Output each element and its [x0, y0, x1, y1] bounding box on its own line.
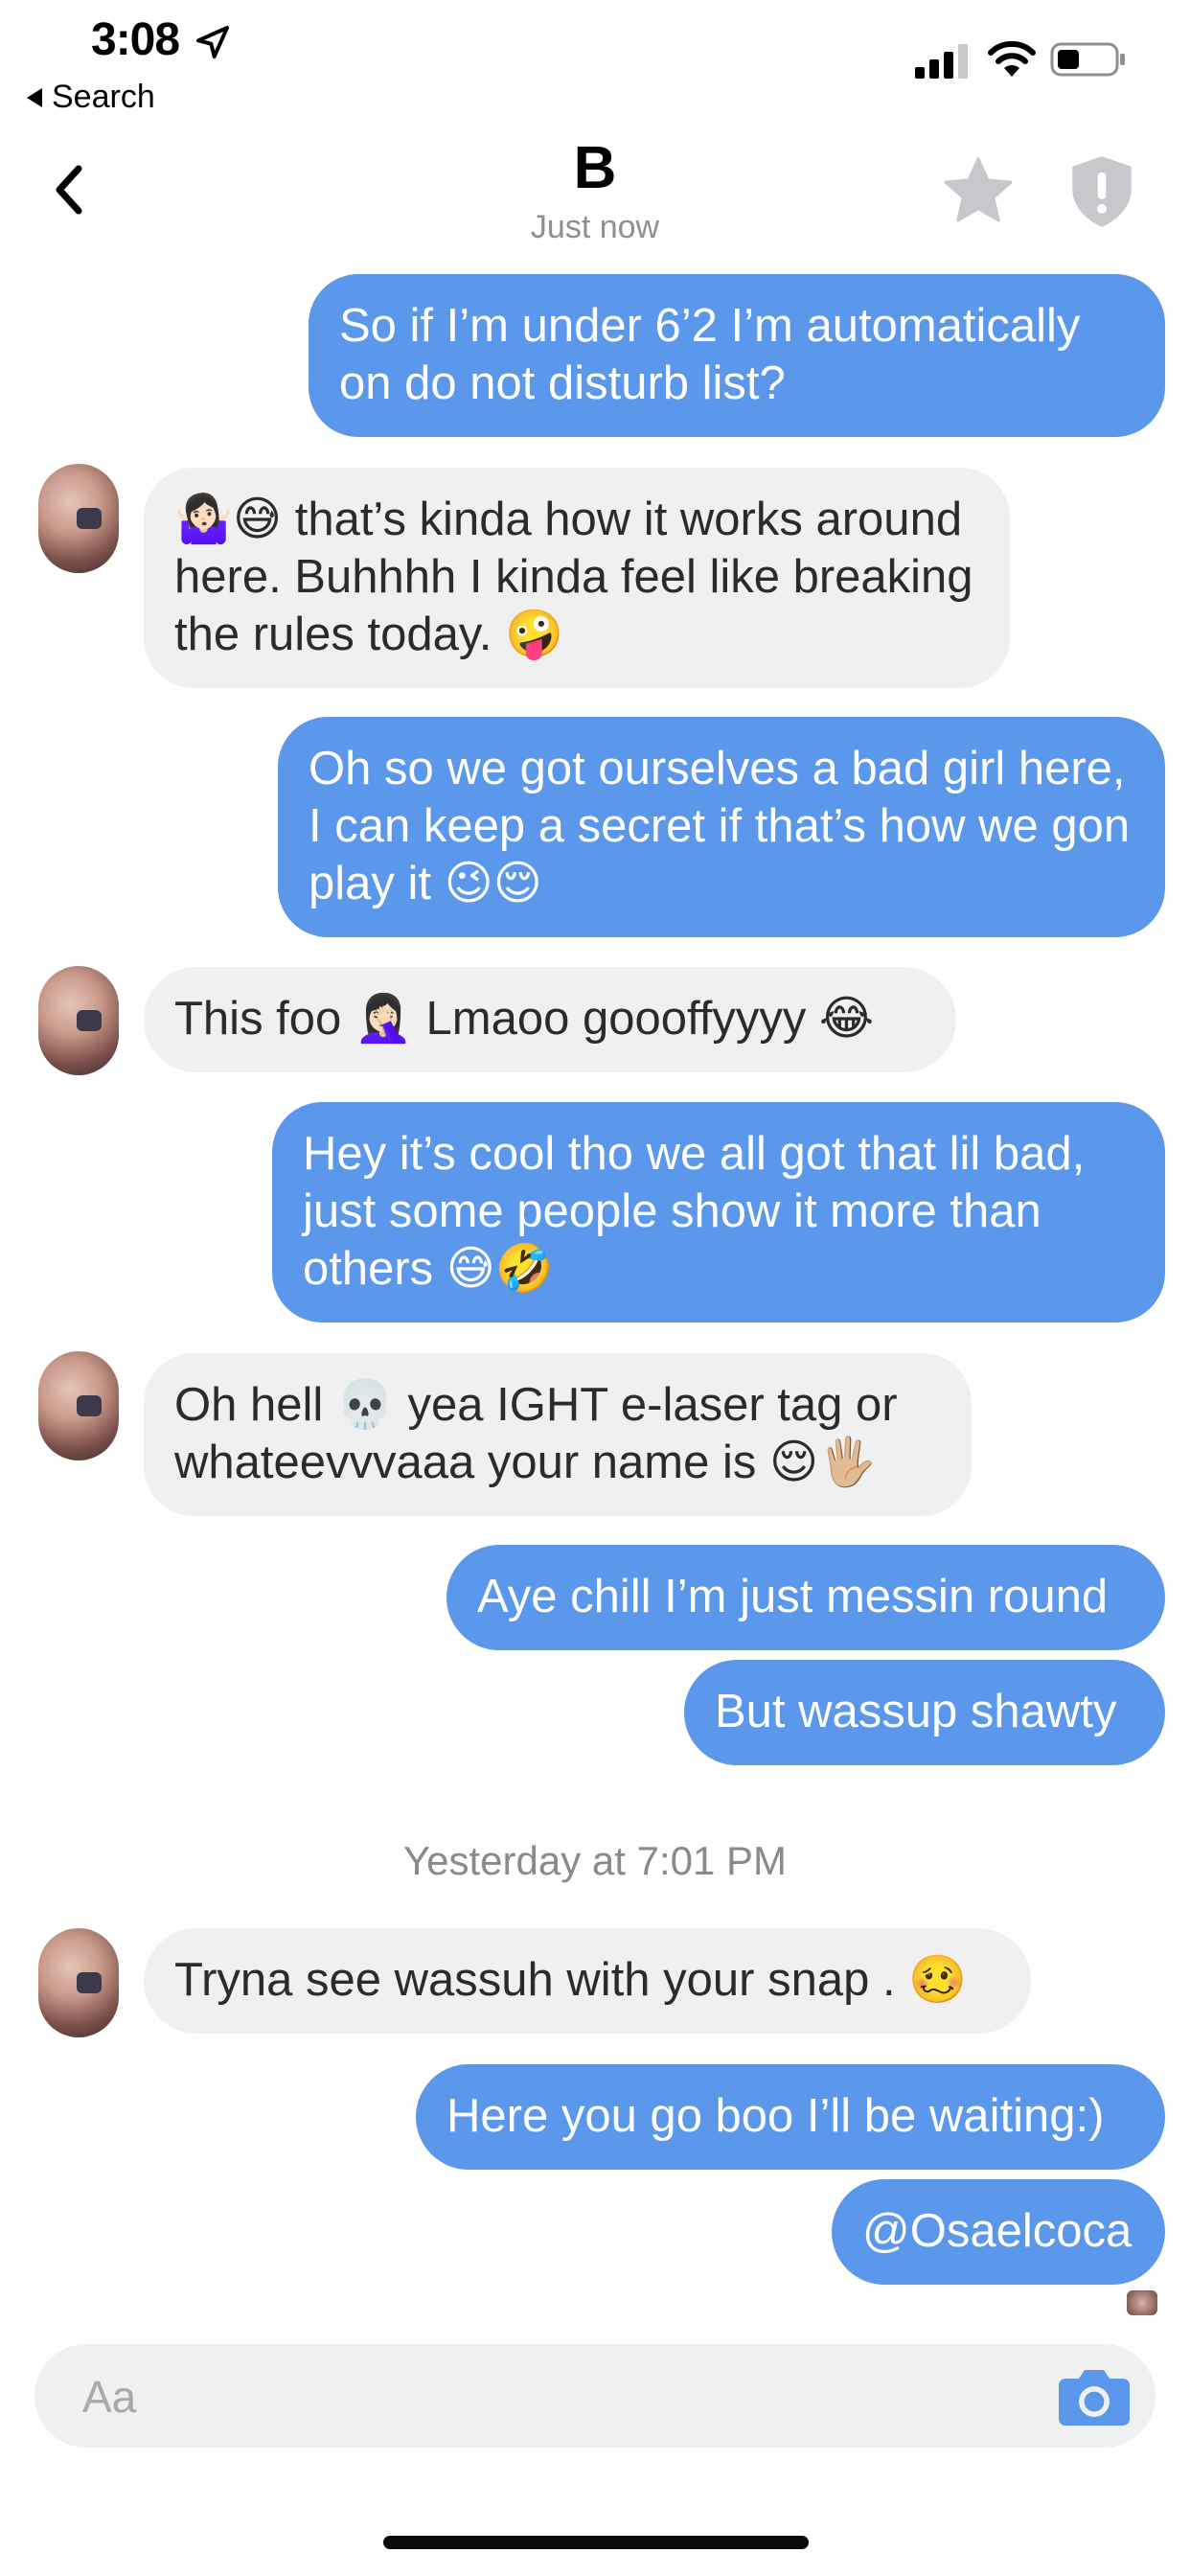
back-to-search-label: Search: [52, 79, 155, 115]
contact-avatar[interactable]: [38, 464, 119, 573]
outgoing-message[interactable]: Here you go boo I’ll be waiting:): [416, 2064, 1165, 2170]
contact-avatar[interactable]: [38, 1351, 119, 1460]
outgoing-message[interactable]: Oh so we got ourselves a bad girl here, …: [278, 717, 1165, 937]
home-indicator: [383, 2536, 809, 2549]
contact-avatar[interactable]: [38, 1928, 119, 2037]
location-arrow-icon: [196, 26, 229, 58]
outgoing-message[interactable]: Aye chill I’m just messin round: [446, 1545, 1165, 1650]
incoming-message[interactable]: Tryna see wassuh with your snap . 🥴: [144, 1928, 1031, 2034]
timestamp-separator: Yesterday at 7:01 PM: [402, 1838, 788, 1883]
message-composer[interactable]: [34, 2344, 1156, 2448]
incoming-message[interactable]: 🤷🏻‍♀️😅 that’s kinda how it works around …: [144, 468, 1010, 688]
back-triangle-icon: [27, 87, 42, 107]
star-icon[interactable]: [941, 153, 1016, 228]
battery-icon: [1050, 42, 1125, 77]
incoming-message[interactable]: This foo 🤦🏻‍♀️ Lmaoo goooffyyyy 😂: [144, 967, 956, 1072]
status-time: 3:08: [91, 14, 180, 65]
incoming-message[interactable]: Oh hell 💀 yea IGHT e-laser tag or whatee…: [144, 1353, 972, 1516]
outgoing-message[interactable]: So if I’m under 6’2 I’m automatically on…: [309, 274, 1165, 437]
back-to-search-link[interactable]: Search: [27, 79, 155, 116]
outgoing-message[interactable]: But wassup shawty: [684, 1660, 1165, 1765]
message-input[interactable]: [80, 2363, 1042, 2430]
wifi-icon: [988, 40, 1036, 77]
read-receipt-avatar: [1127, 2290, 1157, 2315]
cellular-signal-icon: [915, 44, 968, 79]
outgoing-message[interactable]: @Osaelcoca: [832, 2179, 1165, 2285]
camera-icon[interactable]: [1058, 2367, 1131, 2426]
contact-avatar[interactable]: [38, 966, 119, 1075]
outgoing-message[interactable]: Hey it’s cool tho we all got that lil ba…: [272, 1102, 1165, 1322]
shield-report-icon[interactable]: [1065, 153, 1138, 230]
